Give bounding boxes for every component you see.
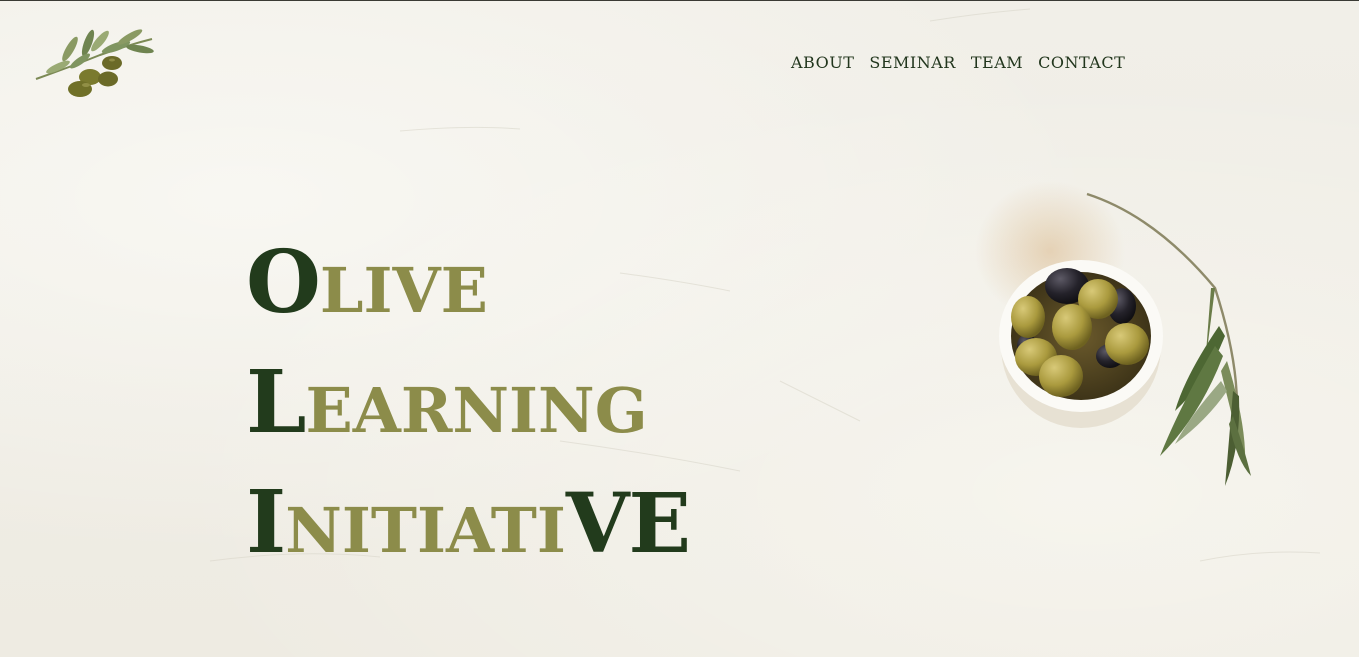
hero-line3-initial: I xyxy=(246,472,286,573)
hero-line1-rest: LIVE xyxy=(319,254,488,327)
hero-line2-initial: L xyxy=(246,352,306,453)
main-nav: ABOUT SEMINAR TEAM CONTACT xyxy=(791,45,1125,77)
hero-line3-end: VE xyxy=(565,476,691,572)
hero-line2-rest: EARNING xyxy=(305,374,648,447)
hero-line-learning: LEARNING xyxy=(246,343,690,463)
nav-contact[interactable]: CONTACT xyxy=(1038,45,1125,77)
landing-page: ABOUT SEMINAR TEAM CONTACT OLIVE LEARNIN… xyxy=(0,0,1359,657)
hero-line1-initial: O xyxy=(246,232,321,333)
nav-seminar[interactable]: SEMINAR xyxy=(869,45,955,77)
hero-line-initiative: INITIATIVE xyxy=(246,463,691,583)
nav-about[interactable]: ABOUT xyxy=(791,45,854,77)
olive-bowl-image xyxy=(975,181,1251,486)
olive-branch-icon[interactable] xyxy=(30,23,158,105)
hero-line3-middle: NITIATI xyxy=(285,494,566,567)
nav-team[interactable]: TEAM xyxy=(971,45,1023,77)
hero-title: OLIVE LEARNING INITIATIVE xyxy=(246,223,691,583)
hero-line-olive: OLIVE xyxy=(246,223,690,343)
